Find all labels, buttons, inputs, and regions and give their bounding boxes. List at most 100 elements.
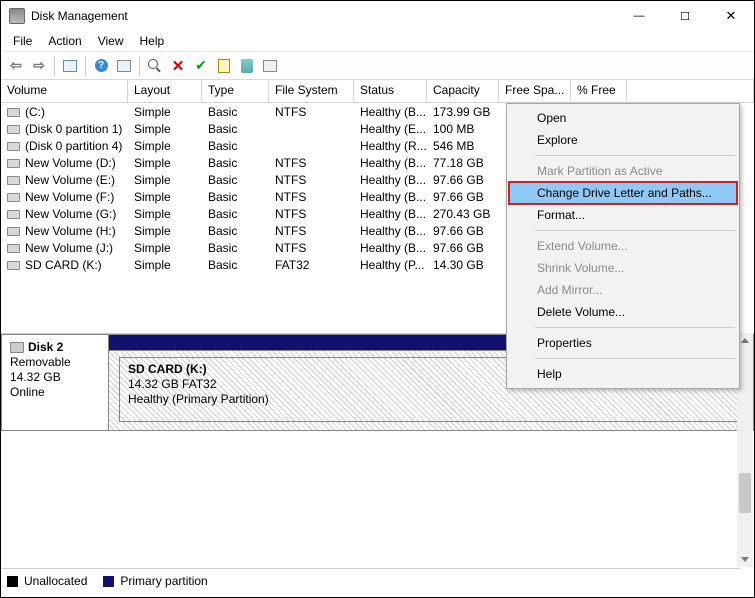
volume-status: Healthy (B... [354,105,427,119]
refresh-button[interactable]: ✔ [190,55,212,77]
volume-type: Basic [202,207,269,221]
disk-type: Removable [10,355,100,370]
menu-file[interactable]: File [5,32,40,50]
volume-filesystem: NTFS [269,190,354,204]
properties-button[interactable] [259,55,281,77]
volume-capacity: 97.66 GB [427,190,499,204]
window-controls: — ☐ ✕ [616,1,754,31]
volume-status: Healthy (B... [354,156,427,170]
rescan-button[interactable] [236,55,258,77]
minimize-button[interactable]: — [616,1,662,31]
ctx-separator [535,230,735,231]
volume-type: Basic [202,190,269,204]
swatch-primary [103,576,114,587]
legend-primary: Primary partition [120,574,207,588]
legend: Unallocated Primary partition [7,571,208,591]
volume-type: Basic [202,122,269,136]
volume-icon [7,159,20,168]
forward-button[interactable]: ⇨ [28,55,50,77]
column-header-volume[interactable]: Volume [1,80,128,102]
volume-icon [7,244,20,253]
help-button[interactable]: ? [90,55,112,77]
volume-layout: Simple [128,224,202,238]
settings-button[interactable] [144,55,166,77]
new-button[interactable] [213,55,235,77]
volume-status: Healthy (B... [354,241,427,255]
volume-icon [7,193,20,202]
ctx-change-drive-letter[interactable]: Change Drive Letter and Paths... [509,182,737,204]
volume-status: Healthy (B... [354,224,427,238]
column-header-layout[interactable]: Layout [128,80,202,102]
context-menu: Open Explore Mark Partition as Active Ch… [506,103,740,389]
ctx-format[interactable]: Format... [509,204,737,226]
ctx-delete-volume[interactable]: Delete Volume... [509,301,737,323]
volume-capacity: 100 MB [427,122,499,136]
volume-name: New Volume (G:) [25,207,116,221]
column-header-type[interactable]: Type [202,80,269,102]
volume-icon [7,125,20,134]
disk-info-block[interactable]: Disk 2 Removable 14.32 GB Online [1,334,108,431]
back-button[interactable]: ⇦ [5,55,27,77]
app-icon [9,8,25,24]
toolbar: ⇦ ⇨ ? ✕ ✔ [1,52,754,80]
ctx-separator [535,358,735,359]
column-header-free[interactable]: Free Spa... [499,80,571,102]
volume-list-header: Volume Layout Type File System Status Ca… [1,80,754,103]
ctx-properties[interactable]: Properties [509,332,737,354]
ctx-separator [535,327,735,328]
delete-button[interactable]: ✕ [167,55,189,77]
volume-layout: Simple [128,173,202,187]
volume-name: SD CARD (K:) [25,258,102,272]
volume-filesystem: NTFS [269,241,354,255]
maximize-button[interactable]: ☐ [662,1,708,31]
volume-filesystem: NTFS [269,156,354,170]
volume-layout: Simple [128,139,202,153]
window-title: Disk Management [31,9,616,23]
volume-layout: Simple [128,190,202,204]
volume-type: Basic [202,258,269,272]
volume-name: (Disk 0 partition 1) [25,122,122,136]
volume-layout: Simple [128,241,202,255]
volume-filesystem: NTFS [269,207,354,221]
volume-layout: Simple [128,105,202,119]
volume-icon [7,142,20,151]
ctx-mark-active: Mark Partition as Active [509,160,737,182]
scrollbar-thumb[interactable] [739,473,751,513]
menu-help[interactable]: Help [132,32,173,50]
disk-status: Online [10,385,100,400]
action-list-button[interactable] [113,55,135,77]
volume-name: New Volume (F:) [25,190,114,204]
volume-capacity: 97.66 GB [427,173,499,187]
volume-icon [7,176,20,185]
ctx-help[interactable]: Help [509,363,737,385]
show-hide-console-button[interactable] [59,55,81,77]
column-header-filesystem[interactable]: File System [269,80,354,102]
volume-filesystem: NTFS [269,105,354,119]
ctx-open[interactable]: Open [509,107,737,129]
disk-icon [10,342,24,353]
legend-divider [2,568,740,569]
toolbar-separator [139,56,140,76]
column-header-pct[interactable]: % Free [571,80,627,102]
volume-status: Healthy (R... [354,139,427,153]
partition-status: Healthy (Primary Partition) [128,392,734,407]
toolbar-separator [54,56,55,76]
volume-status: Healthy (E... [354,122,427,136]
legend-unallocated: Unallocated [24,574,87,588]
column-header-capacity[interactable]: Capacity [427,80,499,102]
volume-icon [7,210,20,219]
menu-view[interactable]: View [90,32,132,50]
volume-type: Basic [202,224,269,238]
close-button[interactable]: ✕ [708,1,754,31]
column-header-status[interactable]: Status [354,80,427,102]
volume-status: Healthy (B... [354,207,427,221]
ctx-extend-volume: Extend Volume... [509,235,737,257]
volume-name: New Volume (J:) [25,241,113,255]
ctx-explore[interactable]: Explore [509,129,737,151]
menu-action[interactable]: Action [40,32,89,50]
volume-filesystem: NTFS [269,224,354,238]
volume-capacity: 97.66 GB [427,224,499,238]
volume-status: Healthy (B... [354,173,427,187]
title-bar: Disk Management — ☐ ✕ [1,1,754,31]
volume-filesystem: FAT32 [269,258,354,272]
